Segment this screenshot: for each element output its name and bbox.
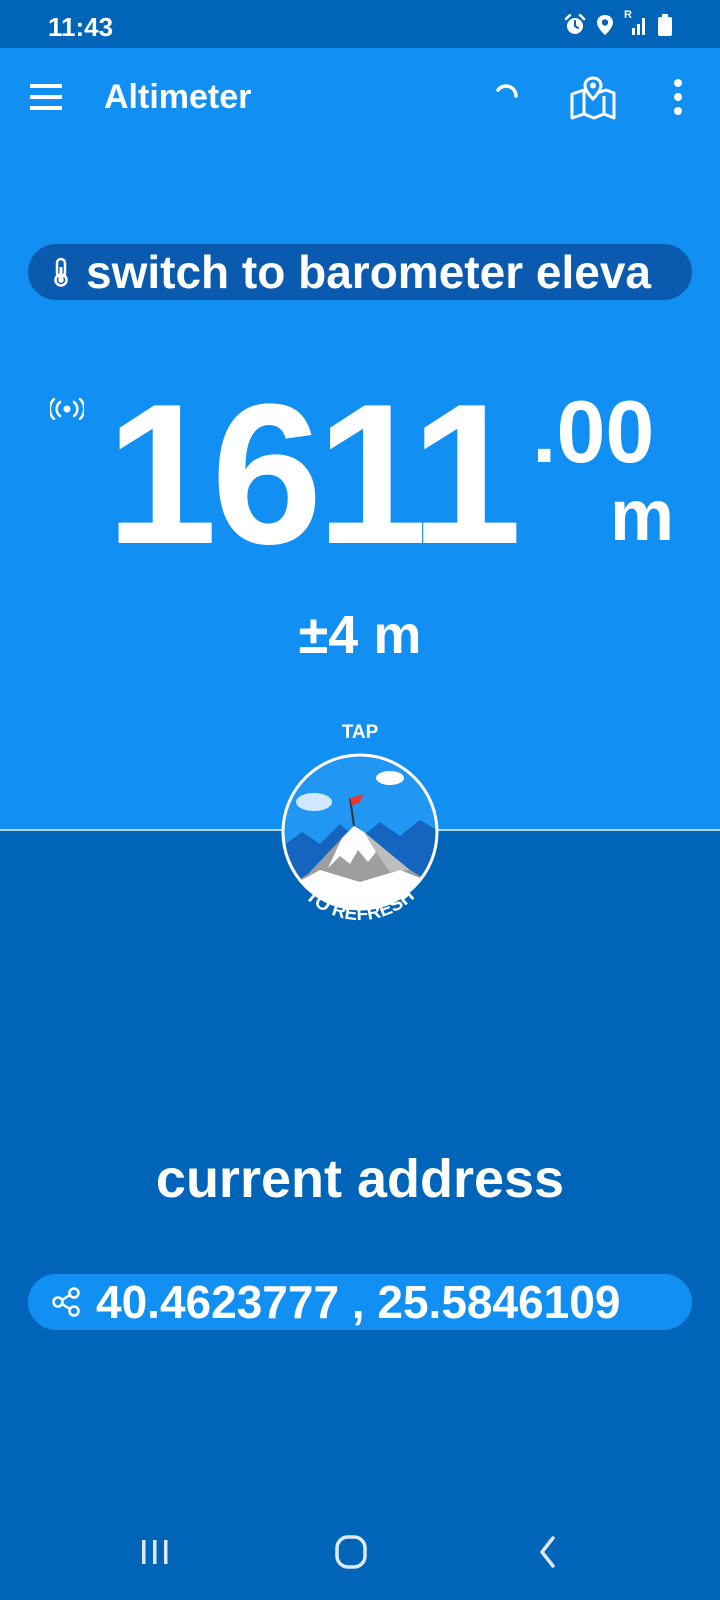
battery-icon <box>658 14 672 36</box>
elevation-unit: m <box>610 476 675 556</box>
status-bar: 11:43 R <box>0 0 720 48</box>
address-label: current address <box>155 1149 565 1209</box>
address-panel <box>0 830 720 1600</box>
recent-apps-icon <box>142 1540 168 1564</box>
menu-button[interactable] <box>26 78 70 118</box>
status-icons: R <box>564 9 672 36</box>
switch-barometer-label: switch to barometer eleva <box>86 246 651 298</box>
more-options-button[interactable] <box>656 76 700 120</box>
alarm-icon <box>564 14 586 34</box>
thermometer-icon <box>54 257 68 287</box>
back-button[interactable] <box>524 1532 574 1572</box>
refresh-icon <box>496 84 518 98</box>
app-bar: Altimeter <box>0 48 720 148</box>
share-coordinates-button[interactable]: 40.4623777 , 25.5846109 <box>28 1274 692 1330</box>
accuracy-value: ±4 m <box>298 605 422 665</box>
home-button[interactable] <box>326 1532 376 1572</box>
to-refresh-text: TO REFRESH <box>302 885 419 925</box>
navigation-bar <box>0 1510 720 1600</box>
location-icon <box>597 15 613 35</box>
gps-signal-icon <box>50 398 84 420</box>
home-icon <box>335 1535 367 1569</box>
menu-icon <box>30 84 62 110</box>
signal-icon: R <box>624 9 648 36</box>
refresh-button[interactable] <box>486 76 530 120</box>
recent-apps-button[interactable] <box>130 1532 180 1572</box>
map-icon <box>570 76 616 120</box>
share-icon <box>52 1287 80 1317</box>
map-button[interactable] <box>568 74 618 122</box>
coordinates-text: 40.4623777 , 25.5846109 <box>96 1276 621 1328</box>
more-icon <box>674 79 682 115</box>
svg-text:TO REFRESH: TO REFRESH <box>302 885 419 925</box>
elevation-decimal: .00 <box>532 382 655 481</box>
elevation-value: 1611 <box>106 363 522 586</box>
status-time: 11:43 <box>48 12 114 42</box>
switch-barometer-button[interactable]: switch to barometer eleva <box>28 244 692 300</box>
back-icon <box>540 1536 555 1568</box>
to-refresh-label: TO REFRESH <box>302 885 419 925</box>
app-title: Altimeter <box>104 78 252 116</box>
tap-label: TAP <box>341 722 379 743</box>
